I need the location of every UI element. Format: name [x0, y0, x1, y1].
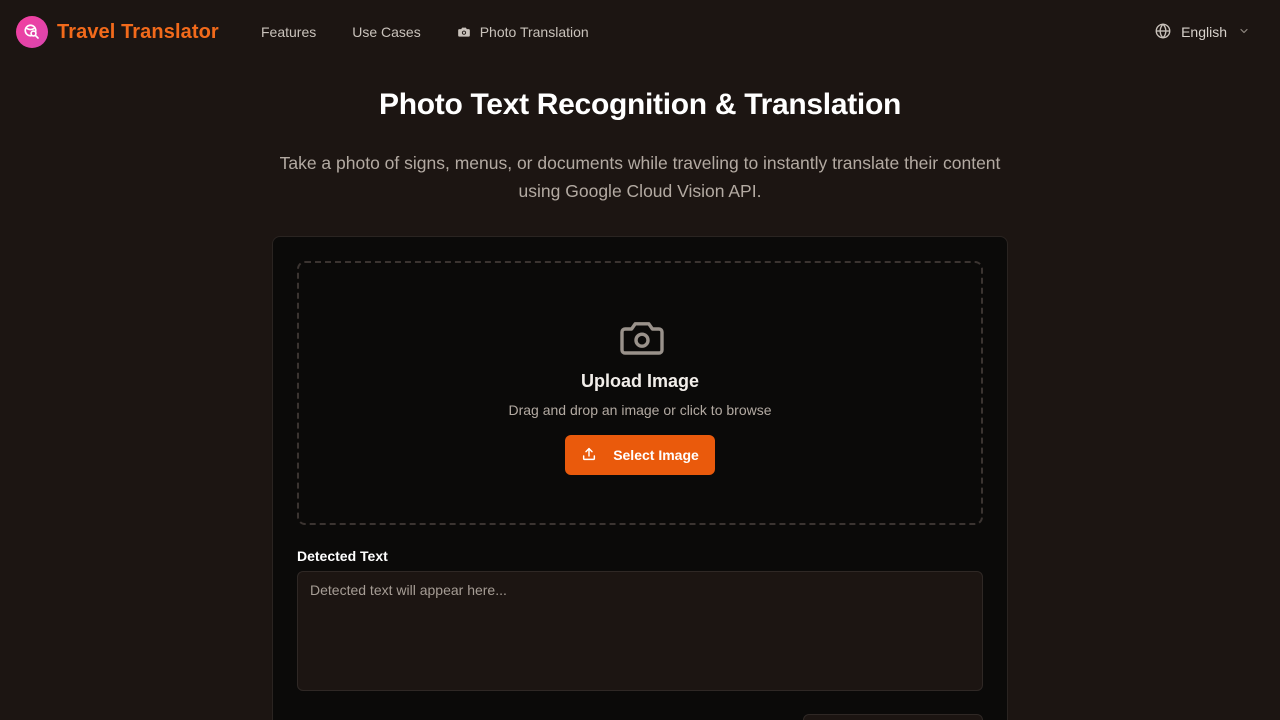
detected-text-label: Detected Text	[297, 548, 388, 564]
chevron-down-icon	[1238, 24, 1250, 40]
nav-features[interactable]: Features	[261, 22, 316, 42]
camera-icon	[618, 315, 666, 364]
nav-photo-translation[interactable]: Photo Translation	[457, 22, 589, 42]
upload-icon	[581, 446, 597, 465]
nav-use-cases[interactable]: Use Cases	[352, 22, 420, 42]
photo-translation-card: Upload Image Drag and drop an image or c…	[272, 236, 1008, 720]
brand-logo[interactable]: Travel Translator	[16, 16, 219, 48]
detected-text-area[interactable]	[297, 571, 983, 691]
search-globe-icon	[16, 16, 48, 48]
page-title: Photo Text Recognition & Translation	[379, 88, 901, 121]
image-dropzone[interactable]: Upload Image Drag and drop an image or c…	[297, 261, 983, 525]
brand-name: Travel Translator	[57, 20, 219, 43]
nav-photo-translation-label: Photo Translation	[479, 24, 589, 40]
top-navbar: Travel Translator Features Use Cases Pho…	[0, 0, 1280, 64]
camera-icon	[457, 25, 471, 39]
upload-hint: Drag and drop an image or click to brows…	[508, 402, 772, 418]
target-language-select[interactable]	[803, 714, 983, 720]
language-label: English	[1181, 24, 1227, 40]
upload-title: Upload Image	[580, 371, 700, 391]
select-image-label: Select Image	[613, 447, 699, 463]
globe-icon	[1154, 22, 1172, 43]
language-selector[interactable]: English	[1154, 22, 1250, 42]
select-image-button[interactable]: Select Image	[565, 435, 715, 475]
main-nav: Features Use Cases Photo Translation	[261, 22, 589, 42]
page-subtitle: Take a photo of signs, menus, or documen…	[279, 153, 1001, 201]
